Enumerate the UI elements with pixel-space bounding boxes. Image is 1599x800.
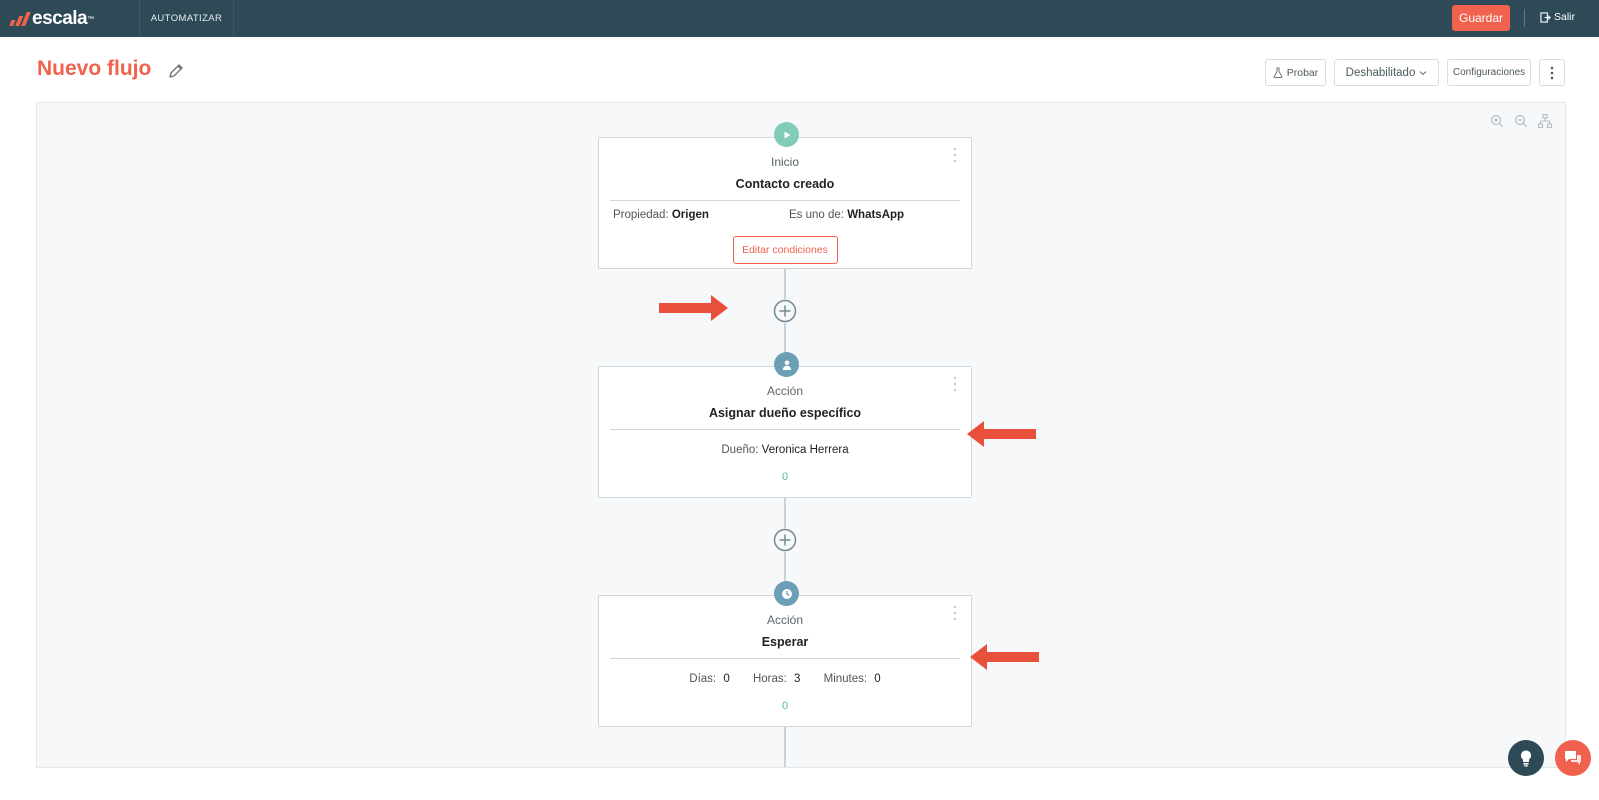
chat-icon <box>1565 751 1581 765</box>
plus-icon <box>773 299 797 323</box>
logout-label: Salir <box>1554 11 1576 23</box>
owner-value: Veronica Herrera <box>761 444 849 456</box>
logo-trademark: ™ <box>87 15 95 23</box>
wait-node[interactable]: Acción Esperar Días: 0 Horas: 3 Minutes:… <box>598 595 972 727</box>
kebab-icon[interactable] <box>953 605 957 621</box>
top-bar: escala ™ AUTOMATIZAR Guardar Salir <box>0 0 1599 37</box>
add-step-button[interactable] <box>773 528 797 552</box>
add-step-button[interactable] <box>773 299 797 323</box>
logo-wordmark: escala <box>32 8 88 29</box>
days-value: 0 <box>723 673 730 685</box>
hours-label: Horas: <box>752 673 787 685</box>
flow-canvas[interactable]: Inicio Contacto creado Propiedad: Origen… <box>36 102 1566 768</box>
status-dropdown[interactable]: Deshabilitado <box>1334 59 1439 86</box>
nav-automatizar[interactable]: AUTOMATIZAR <box>139 0 234 37</box>
hierarchy-icon[interactable] <box>1537 113 1553 129</box>
status-label: Deshabilitado <box>1345 66 1416 79</box>
user-icon <box>774 352 799 377</box>
lightbulb-icon <box>1521 750 1531 767</box>
logo-bars-icon <box>9 12 31 26</box>
owner-label: Dueño: <box>721 444 759 456</box>
owner-row: Dueño: Veronica Herrera <box>599 444 971 456</box>
chevron-down-icon <box>1419 70 1427 75</box>
logout-button[interactable]: Salir <box>1540 11 1575 23</box>
topbar-divider <box>1524 9 1525 27</box>
property-value: Origen <box>671 209 709 221</box>
node-divider <box>610 429 960 430</box>
node-title: Contacto creado <box>735 177 835 191</box>
zoom-in-icon[interactable] <box>1489 113 1505 129</box>
minutes-label: Minutes: <box>823 673 868 685</box>
kebab-icon[interactable] <box>953 147 957 163</box>
escala-logo[interactable]: escala ™ <box>9 8 95 30</box>
arrow-icon <box>970 644 1039 670</box>
node-kind: Inicio <box>770 155 799 169</box>
condition-label: Es uno de: <box>789 209 844 221</box>
node-divider <box>610 200 960 201</box>
page-title: Nuevo flujo <box>37 57 152 80</box>
more-options-button[interactable] <box>1539 59 1565 86</box>
days-label: Días: <box>689 673 717 685</box>
edit-icon[interactable] <box>167 62 185 80</box>
plus-icon <box>773 528 797 552</box>
play-icon <box>774 122 799 147</box>
node-kind: Acción <box>766 384 804 398</box>
assign-owner-node[interactable]: Acción Asignar dueño específico Dueño: V… <box>598 366 972 498</box>
property-field: Propiedad: Origen <box>613 209 709 221</box>
execution-count: 0 <box>781 471 789 483</box>
property-label: Propiedad: <box>613 209 669 221</box>
flask-icon <box>1273 67 1283 78</box>
node-divider <box>610 658 960 659</box>
config-button[interactable]: Configuraciones <box>1447 59 1531 86</box>
node-title: Asignar dueño específico <box>708 406 862 420</box>
nav-automatizar-label: AUTOMATIZAR <box>150 13 223 24</box>
save-button[interactable]: Guardar <box>1452 5 1510 31</box>
tips-button[interactable] <box>1508 740 1544 776</box>
execution-count: 0 <box>781 700 789 712</box>
clock-icon <box>774 581 799 606</box>
condition-row: Propiedad: Origen Es uno de: WhatsApp <box>599 209 971 225</box>
logout-icon <box>1540 11 1551 23</box>
kebab-icon <box>1550 66 1554 79</box>
condition-field: Es uno de: WhatsApp <box>789 209 904 221</box>
edit-conditions-button[interactable]: Editar condiciones <box>732 236 838 264</box>
kebab-icon[interactable] <box>953 376 957 392</box>
node-title: Esperar <box>761 635 809 649</box>
minutes-value: 0 <box>874 673 881 685</box>
arrow-icon <box>659 295 728 321</box>
arrow-icon <box>967 421 1036 447</box>
connector-line <box>784 727 786 767</box>
zoom-out-icon[interactable] <box>1513 113 1529 129</box>
wait-duration-row: Días: 0 Horas: 3 Minutes: 0 <box>599 673 971 685</box>
probar-button[interactable]: Probar <box>1265 59 1326 86</box>
config-label: Configuraciones <box>1452 67 1526 78</box>
canvas-zoom-tools <box>1489 113 1553 129</box>
trigger-node[interactable]: Inicio Contacto creado Propiedad: Origen… <box>598 137 972 269</box>
node-kind: Acción <box>766 613 804 627</box>
probar-label: Probar <box>1286 66 1319 79</box>
hours-value: 3 <box>794 673 801 685</box>
chat-button[interactable] <box>1555 740 1591 776</box>
condition-value: WhatsApp <box>847 209 905 221</box>
